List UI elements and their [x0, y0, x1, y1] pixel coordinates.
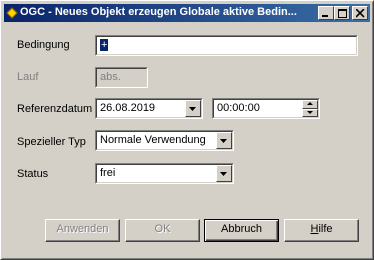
spezieller-typ-label: Spezieller Typ	[17, 136, 86, 148]
spin-up-button[interactable]	[302, 100, 318, 109]
spezieller-typ-dropdown-button[interactable]	[216, 132, 232, 149]
maximize-button[interactable]	[334, 6, 350, 20]
time-input[interactable]: 00:00:00	[212, 98, 320, 119]
maximize-icon	[338, 9, 347, 18]
time-value: 00:00:00	[217, 102, 260, 114]
minimize-button[interactable]	[318, 6, 334, 20]
bedingung-input[interactable]: +	[95, 35, 358, 56]
close-button[interactable]	[352, 6, 368, 20]
apply-button[interactable]: Anwenden	[45, 219, 120, 242]
chevron-down-icon	[220, 139, 227, 143]
arrow-down-icon	[307, 110, 313, 114]
lauf-value: abs.	[100, 71, 121, 83]
lauf-label: Lauf	[17, 71, 39, 83]
title-bar[interactable]: OGC - Neues Objekt erzeugen Globale akti…	[4, 4, 370, 22]
status-select[interactable]: frei	[95, 163, 234, 184]
cancel-button[interactable]: Abbruch	[204, 219, 279, 242]
spezieller-typ-value: Normale Verwendung	[100, 134, 206, 146]
chevron-down-icon	[220, 172, 227, 176]
minimize-icon	[322, 15, 328, 17]
dialog-window: OGC - Neues Objekt erzeugen Globale akti…	[0, 0, 374, 260]
arrow-up-icon	[307, 102, 313, 105]
date-value: 26.08.2019	[100, 102, 156, 114]
close-icon	[356, 9, 365, 18]
help-label-rest: ilfe	[318, 223, 333, 235]
status-label: Status	[17, 168, 49, 180]
referenzdatum-label: Referenzdatum	[17, 103, 93, 115]
date-picker[interactable]: 26.08.2019	[95, 98, 203, 119]
lauf-field: abs.	[95, 67, 148, 88]
spin-down-button[interactable]	[302, 108, 318, 117]
diamond-icon	[6, 7, 18, 19]
bedingung-label: Bedingung	[17, 39, 70, 51]
help-button[interactable]: Hilfe	[284, 219, 359, 242]
chevron-down-icon	[189, 107, 196, 111]
date-dropdown-button[interactable]	[185, 100, 201, 117]
window-title: OGC - Neues Objekt erzeugen Globale akti…	[20, 6, 297, 18]
bedingung-value: +	[100, 39, 109, 51]
status-value: frei	[100, 167, 116, 179]
status-dropdown-button[interactable]	[216, 165, 232, 182]
time-spinner[interactable]	[302, 100, 318, 117]
spezieller-typ-select[interactable]: Normale Verwendung	[95, 130, 234, 151]
ok-button[interactable]: OK	[125, 219, 200, 242]
